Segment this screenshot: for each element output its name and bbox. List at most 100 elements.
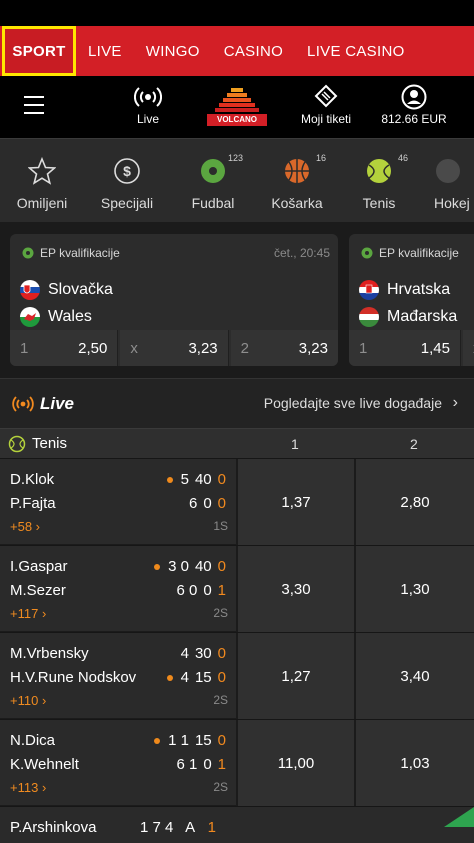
football-icon (22, 247, 34, 259)
odd-value: 3,23 (188, 339, 218, 357)
odd-button[interactable]: x 3,23 (120, 330, 229, 366)
games: 1 (217, 582, 226, 599)
competition: EP kvalifikacije (22, 246, 120, 260)
games: 1 (207, 819, 216, 836)
player-2: K.Wehnelt (10, 756, 79, 773)
sports-bar: Omiljeni $ Specijali Fudbal 123 Košarka … (0, 138, 474, 222)
odd-button-1[interactable]: 1,37 (236, 459, 354, 545)
more-markets-link[interactable]: +110 › (10, 693, 46, 708)
tennis-icon (8, 435, 26, 457)
featured-matches: EP kvalifikacije čet., 20:45 Slovačka Wa… (0, 222, 474, 378)
live-button[interactable]: Live (128, 82, 168, 126)
games: 0 (217, 645, 226, 662)
competition-name: EP kvalifikacije (379, 246, 459, 260)
set-indicator: 2S (213, 693, 228, 707)
live-match-row[interactable]: I.Gaspar M.Sezer 3 0 40 0 6 0 0 1 +117 ›… (0, 545, 474, 632)
new-event-corner-marker (444, 807, 474, 827)
odd-value: 1,45 (420, 339, 450, 357)
odd-button-1[interactable]: 3,30 (236, 546, 354, 632)
menu-icon[interactable] (24, 96, 44, 114)
games: 0 (217, 669, 226, 686)
sport-favorites[interactable]: Omiljeni (12, 139, 72, 223)
odd-button[interactable]: 1 1,45 (349, 330, 461, 366)
sets: 1 7 4 (140, 819, 174, 836)
chevron-right-icon[interactable]: › (453, 394, 458, 412)
serve-indicator-icon (154, 563, 161, 570)
more-markets-link[interactable]: +117 › (10, 606, 46, 621)
odd-button[interactable]: x (463, 330, 474, 366)
player-1: N.Dica (10, 732, 56, 749)
status-bar (0, 0, 474, 26)
slovakia-flag-icon (20, 280, 40, 300)
odd-button-2[interactable]: 3,40 (354, 633, 474, 719)
tab-wingo[interactable]: WINGO (134, 26, 212, 76)
sport-tennis[interactable]: Tenis 46 (356, 139, 408, 223)
match-card[interactable]: EP kvalifikacije Hrvatska Mađarska 1 1,45… (349, 234, 474, 366)
see-all-live-link[interactable]: Pogledajte sve live događaje (264, 395, 442, 411)
score-p1: 1 7 4 A 1 (140, 819, 216, 836)
player-1: D.Klok (10, 471, 55, 488)
odd-value: 2,50 (78, 339, 108, 357)
football-icon (361, 247, 373, 259)
more-markets-link[interactable]: +58 › (10, 519, 40, 534)
points: 0 (203, 582, 212, 599)
match-info: D.Klok P.Fajta 5 40 0 6 0 0 +58 › 1S (0, 459, 236, 545)
points: 0 (203, 495, 212, 512)
games: 0 (217, 495, 226, 512)
live-title: Live (40, 394, 75, 413)
live-match-row[interactable]: P.Arshinkova 1 7 4 A 1 (0, 806, 474, 843)
team-home: Hrvatska (359, 280, 450, 300)
hungary-flag-icon (359, 307, 379, 327)
sets: 1 1 (168, 732, 189, 749)
odd-button[interactable]: 2 3,23 (230, 330, 338, 366)
wales-flag-icon (20, 307, 40, 327)
team-home: Slovačka (20, 280, 113, 300)
volcano-logo[interactable]: VOLCANO (205, 86, 269, 130)
points: 15 (194, 669, 212, 686)
live-match-row[interactable]: N.Dica K.Wehnelt 1 1 15 0 6 1 0 1 +113 ›… (0, 719, 474, 806)
croatia-flag-icon (359, 280, 379, 300)
odd-button[interactable]: 1 2,50 (10, 330, 119, 366)
sport-football[interactable]: Fudbal 123 (184, 139, 243, 223)
games: 0 (217, 558, 226, 575)
sport-label: Specijali (100, 195, 154, 211)
tab-live-casino[interactable]: LIVE CASINO (295, 26, 417, 76)
match-card[interactable]: EP kvalifikacije čet., 20:45 Slovačka Wa… (10, 234, 338, 366)
odd-button-2[interactable]: 1,30 (354, 546, 474, 632)
score-p2: 4 15 0 (166, 669, 226, 686)
star-icon (12, 139, 72, 185)
live-broadcast-icon (128, 82, 168, 112)
sport-specials[interactable]: $ Specijali (96, 139, 158, 223)
odd-button-1[interactable]: 11,00 (236, 720, 354, 806)
odd-button-2[interactable]: 1,03 (354, 720, 474, 806)
odd-button-2[interactable]: 2,80 (354, 459, 474, 545)
sport-hockey[interactable]: Hokej (434, 139, 474, 223)
points: 30 (194, 645, 212, 662)
live-match-row[interactable]: D.Klok P.Fajta 5 40 0 6 0 0 +58 › 1S 1,3… (0, 458, 474, 545)
col-header-1: 1 (291, 436, 299, 452)
sets: 4 (180, 669, 189, 686)
score-p2: 6 0 0 1 (176, 582, 226, 599)
logo-text: VOLCANO (217, 115, 257, 124)
tab-live[interactable]: LIVE (76, 26, 134, 76)
player-1: I.Gaspar (10, 558, 68, 575)
sport-basketball[interactable]: Košarka 16 (266, 139, 328, 223)
more-markets-link[interactable]: +113 › (10, 780, 46, 795)
odd-key: x (130, 339, 138, 357)
more-count: +117 (10, 606, 39, 621)
sets: 6 (188, 495, 198, 512)
tab-sport[interactable]: SPORT (2, 26, 76, 76)
live-match-row[interactable]: M.Vrbensky H.V.Rune Nodskov 4 30 0 4 15 … (0, 632, 474, 719)
points: A (185, 819, 196, 836)
live-label: Live (136, 112, 159, 126)
team-name: Hrvatska (387, 281, 451, 298)
games: 1 (217, 756, 226, 773)
account-button[interactable]: 812.66 EUR (378, 82, 450, 126)
player-2: P.Fajta (10, 495, 56, 512)
my-tickets-button[interactable]: Moji tiketi (296, 82, 356, 126)
player-1: M.Vrbensky (10, 645, 89, 662)
odd-button-1[interactable]: 1,27 (236, 633, 354, 719)
player-2: M.Sezer (10, 582, 66, 599)
tab-casino[interactable]: CASINO (212, 26, 295, 76)
points: 0 (203, 756, 212, 773)
